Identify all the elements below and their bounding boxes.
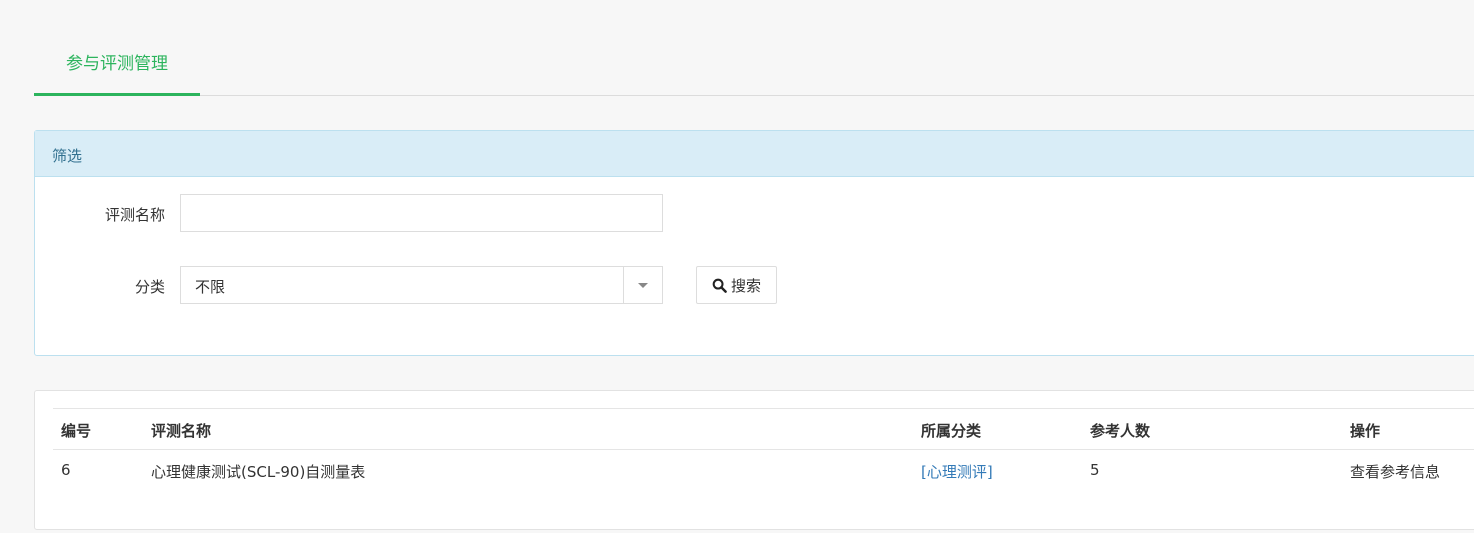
header-name: 评测名称	[151, 422, 212, 440]
name-field-label: 评测名称	[104, 206, 165, 224]
category-select[interactable]: 不限	[180, 266, 663, 304]
filter-panel-title: 筛选	[35, 131, 1474, 177]
header-category: 所属分类	[921, 422, 982, 440]
row-name: 心理健康测试(SCL-90)自测量表	[151, 463, 366, 481]
filter-panel: 筛选 评测名称 分类 不限 搜索	[34, 130, 1474, 356]
row-participants: 5	[1090, 461, 1100, 479]
view-participants-link[interactable]: 查看参考信息	[1350, 461, 1440, 482]
evaluation-name-input[interactable]	[180, 194, 663, 232]
category-field-label: 分类	[134, 278, 165, 296]
tab-bar: 参与评测管理	[34, 40, 1474, 96]
results-panel: 编号 评测名称 所属分类 参考人数 操作 6 心理健康测试(SCL-90)自测量…	[34, 390, 1474, 530]
header-actions: 操作	[1350, 422, 1381, 440]
results-table: 编号 评测名称 所属分类 参考人数 操作 6 心理健康测试(SCL-90)自测量…	[53, 408, 1474, 491]
category-select-value: 不限	[195, 278, 226, 296]
select-divider	[623, 267, 624, 303]
chevron-down-icon	[638, 283, 648, 288]
row-id: 6	[61, 461, 71, 479]
search-button[interactable]: 搜索	[696, 266, 777, 304]
table-header-row: 编号 评测名称 所属分类 参考人数 操作	[53, 408, 1474, 450]
search-button-label: 搜索	[730, 276, 761, 295]
search-icon	[712, 278, 727, 293]
header-id: 编号	[61, 422, 92, 440]
row-category-link[interactable]: [心理测评]	[921, 461, 993, 482]
tab-participation-management[interactable]: 参与评测管理	[34, 40, 200, 96]
table-row: 6 心理健康测试(SCL-90)自测量表 [心理测评] 5 查看参考信息	[53, 450, 1474, 491]
tab-label: 参与评测管理	[66, 54, 168, 74]
header-participants: 参考人数	[1090, 422, 1151, 440]
